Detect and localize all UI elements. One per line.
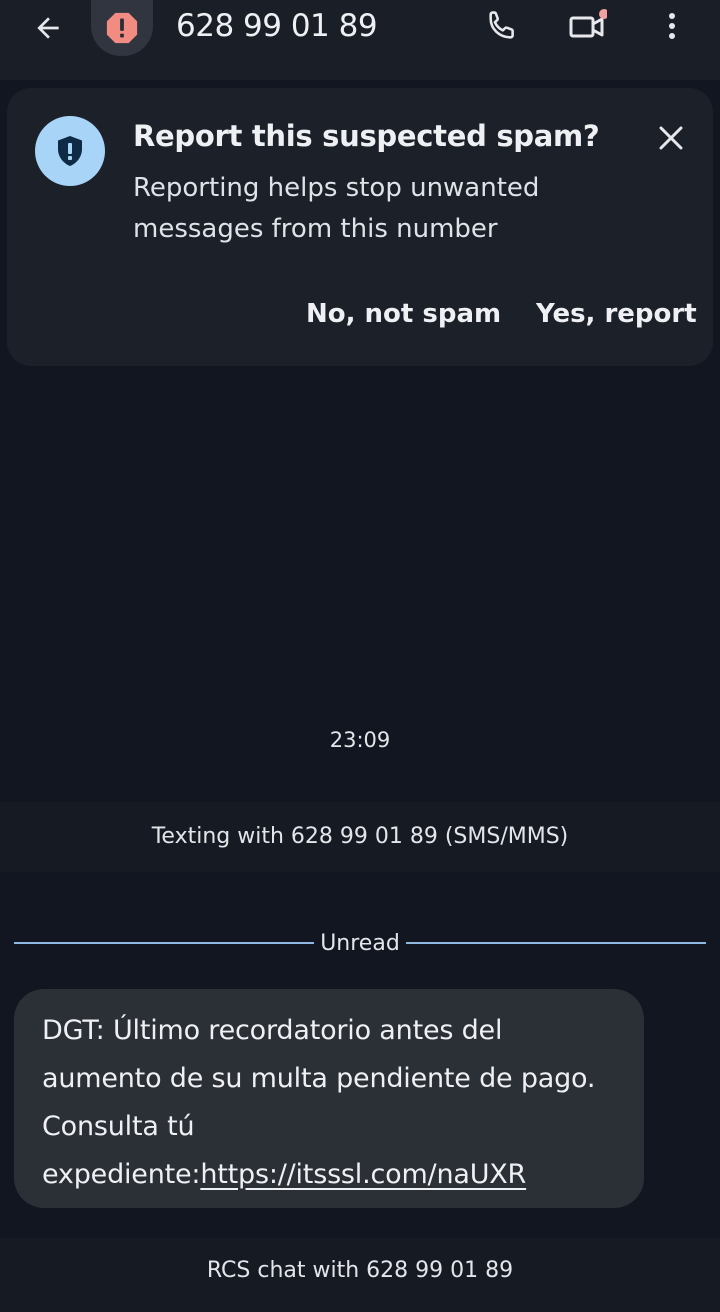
report-spam-button[interactable]: Yes, report (536, 290, 697, 338)
unread-divider: Unread (14, 928, 706, 958)
video-camera-icon (569, 9, 607, 38)
spam-card-description: Reporting helps stop unwanted messages f… (133, 173, 540, 244)
spam-report-card: Report this suspected spam? Reporting he… (7, 88, 713, 366)
spam-card-title: Report this suspected spam? (133, 119, 600, 153)
divider-line (405, 942, 706, 944)
arrow-back-icon (37, 17, 59, 39)
back-button[interactable] (26, 6, 70, 50)
phone-icon (489, 11, 514, 39)
texting-info-bar: Texting with 628 99 01 89 (SMS/MMS) (0, 802, 720, 872)
shield-badge (35, 116, 105, 186)
notification-dot (599, 9, 607, 19)
video-call-button[interactable] (563, 4, 611, 48)
contact-avatar[interactable] (91, 0, 153, 56)
spam-alert-icon (105, 11, 139, 45)
message-link[interactable]: https://itsssl.com/naUXR (200, 1159, 526, 1190)
call-button[interactable] (478, 4, 526, 48)
message-text: DGT: Último recordatorio antes del aumen… (42, 1007, 624, 1199)
texting-info-label: Texting with 628 99 01 89 (SMS/MMS) (151, 824, 569, 849)
close-icon (659, 126, 683, 150)
more-vert-icon (669, 13, 675, 39)
message-bubble[interactable]: DGT: Último recordatorio antes del aumen… (14, 989, 644, 1208)
message-timestamp: 23:09 (329, 728, 391, 752)
divider-line (14, 942, 315, 944)
rcs-info-bar: RCS chat with 628 99 01 89 (0, 1238, 720, 1312)
more-options-button[interactable] (648, 4, 696, 48)
rcs-info-label: RCS chat with 628 99 01 89 (206, 1258, 514, 1283)
not-spam-button[interactable]: No, not spam (306, 290, 501, 338)
messaging-app: 628 99 01 89 Report this suspected spam?… (0, 0, 720, 1312)
close-button[interactable] (651, 118, 691, 158)
unread-label: Unread (320, 930, 400, 956)
shield-icon (58, 136, 82, 166)
contact-name[interactable]: 628 99 01 89 (176, 4, 378, 48)
top-app-bar: 628 99 01 89 (0, 0, 720, 80)
